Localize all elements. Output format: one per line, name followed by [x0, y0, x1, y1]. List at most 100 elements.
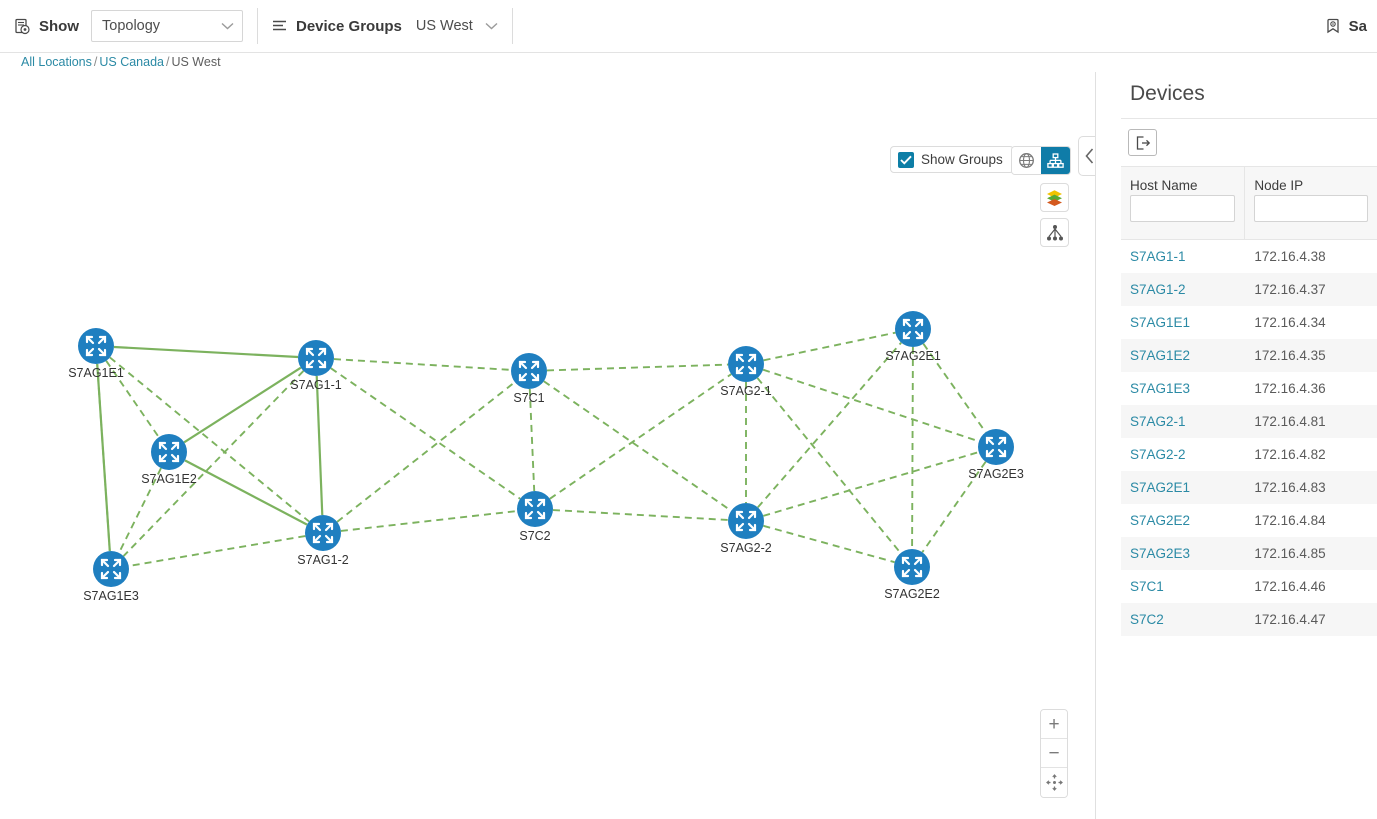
table-row[interactable]: S7AG1-2 172.16.4.37 — [1121, 273, 1377, 306]
device-host-name-link[interactable]: S7AG1-1 — [1121, 240, 1245, 273]
topology-link[interactable] — [762, 368, 980, 443]
topology-link[interactable] — [122, 370, 305, 557]
topology-node-s7ag2e2[interactable] — [892, 547, 932, 587]
topology-link[interactable] — [757, 341, 902, 509]
device-host-name-link[interactable]: S7AG1E2 — [1121, 339, 1245, 372]
device-host-name-link[interactable]: S7C1 — [1121, 570, 1245, 603]
host-name-filter-input[interactable] — [1130, 195, 1236, 222]
node-ip-filter-input[interactable] — [1254, 195, 1368, 222]
topology-node-s7ag2e1[interactable] — [893, 309, 933, 349]
table-row[interactable]: S7C1 172.16.4.46 — [1121, 570, 1377, 603]
device-host-name-link[interactable]: S7AG2E2 — [1121, 504, 1245, 537]
table-row[interactable]: S7AG2-2 172.16.4.82 — [1121, 438, 1377, 471]
topology-link[interactable] — [546, 363, 729, 372]
topology-node-s7ag1e3[interactable] — [91, 549, 131, 589]
list-lines-icon — [272, 19, 288, 33]
topology-node-s7c2[interactable] — [515, 489, 555, 529]
zoom-controls: + − — [1040, 709, 1068, 798]
device-host-name-link[interactable]: S7AG2E3 — [1121, 537, 1245, 570]
topology-node-label: S7AG2E3 — [968, 467, 1024, 481]
show-select[interactable]: Topology — [91, 10, 243, 42]
topology-graph — [76, 309, 1016, 589]
zoom-out-label: − — [1048, 742, 1060, 764]
chevron-down-icon — [485, 22, 498, 30]
topology-node-label: S7C2 — [519, 529, 551, 543]
topology-link[interactable] — [763, 524, 895, 564]
topology-link[interactable] — [763, 331, 896, 362]
hierarchy-view-button[interactable] — [1041, 147, 1070, 174]
topology-link[interactable] — [756, 377, 902, 554]
topology-node-label: S7AG1E3 — [83, 589, 139, 603]
topology-link[interactable] — [330, 367, 521, 500]
devices-panel: Devices Host Name Node IP S7AG1-1 172.16… — [1097, 72, 1377, 819]
column-header-node-ip[interactable]: Node IP — [1245, 167, 1377, 239]
topology-link[interactable] — [340, 510, 518, 532]
column-header-host-name[interactable]: Host Name — [1121, 167, 1246, 239]
device-node-ip: 172.16.4.46 — [1254, 579, 1326, 594]
topology-node-s7ag1-2[interactable] — [303, 513, 343, 553]
topology-link[interactable] — [762, 451, 980, 517]
topology-link[interactable] — [333, 358, 512, 371]
panel-collapse-button[interactable] — [1078, 136, 1095, 176]
show-groups-label: Show Groups — [921, 152, 1003, 167]
show-groups-checkbox[interactable]: Show Groups — [890, 146, 1014, 173]
topology-node-s7ag2e3[interactable] — [976, 427, 1016, 467]
topology-node-s7ag2-2[interactable] — [726, 501, 766, 541]
device-host-name-link[interactable]: S7AG1E1 — [1121, 306, 1245, 339]
device-node-ip: 172.16.4.85 — [1254, 546, 1326, 561]
fit-to-screen-button[interactable] — [1041, 768, 1067, 797]
table-row[interactable]: S7AG2E3 172.16.4.85 — [1121, 537, 1377, 570]
table-row[interactable]: S7C2 172.16.4.47 — [1121, 603, 1377, 636]
table-row[interactable]: S7AG1E1 172.16.4.34 — [1121, 306, 1377, 339]
device-host-name-link[interactable]: S7AG1-2 — [1121, 273, 1245, 306]
topology-node-s7ag2-1[interactable] — [726, 344, 766, 384]
topology-link[interactable] — [315, 375, 324, 516]
topology-link[interactable] — [552, 509, 729, 521]
device-host-name-link[interactable]: S7AG2-1 — [1121, 405, 1245, 438]
table-row[interactable]: S7AG2E2 172.16.4.84 — [1121, 504, 1377, 537]
device-node-ip: 172.16.4.38 — [1254, 249, 1326, 264]
breadcrumb: All Locations / US Canada / US West — [0, 53, 1096, 71]
table-row[interactable]: S7AG1E2 172.16.4.35 — [1121, 339, 1377, 372]
device-groups-label: Device Groups — [296, 17, 402, 35]
device-host-name-link[interactable]: S7AG2E1 — [1121, 471, 1245, 504]
table-row[interactable]: S7AG2E1 172.16.4.83 — [1121, 471, 1377, 504]
breadcrumb-item-all-locations[interactable]: All Locations — [21, 55, 92, 69]
save-button[interactable]: Sa — [1326, 18, 1377, 35]
device-host-name-link[interactable]: S7AG2-2 — [1121, 438, 1245, 471]
topology-node-label: S7AG1E2 — [141, 472, 197, 486]
topology-link[interactable] — [113, 345, 299, 359]
device-groups-select[interactable]: US West — [416, 18, 498, 34]
device-host-name-link[interactable]: S7AG1E3 — [1121, 372, 1245, 405]
topology-node-label: S7AG1-1 — [290, 378, 342, 392]
topology-node-s7c1[interactable] — [509, 351, 549, 391]
topology-node-s7ag1e1[interactable] — [76, 326, 116, 366]
breadcrumb-item-us-canada[interactable]: US Canada — [99, 55, 164, 69]
expand-collapse-chevrons-icon — [1084, 147, 1095, 165]
layers-button[interactable] — [1040, 183, 1069, 212]
geo-view-button[interactable] — [1012, 147, 1041, 174]
topology-node-s7ag1-1[interactable] — [296, 338, 336, 378]
topology-canvas[interactable]: S7AG1E1 S7AG1-1 S7AG1E2 S7AG1-2 S7AG1E3 S7C1 S… — [0, 72, 1096, 819]
table-row[interactable]: S7AG1E3 172.16.4.36 — [1121, 372, 1377, 405]
topology-link[interactable] — [911, 346, 914, 550]
device-node-ip: 172.16.4.36 — [1254, 381, 1326, 396]
export-button[interactable] — [1128, 129, 1157, 156]
table-row[interactable]: S7AG1-1 172.16.4.38 — [1121, 240, 1377, 273]
topology-node-label: S7AG1E1 — [68, 366, 124, 380]
topology-link[interactable] — [336, 381, 516, 523]
device-host-name-link[interactable]: S7C2 — [1121, 603, 1245, 636]
topology-link[interactable] — [543, 380, 732, 512]
breadcrumb-separator-2: / — [165, 55, 170, 69]
topology-node-label: S7AG1-2 — [297, 553, 349, 567]
topology-node-label: S7AG2-2 — [720, 541, 772, 555]
topology-link[interactable] — [183, 366, 302, 444]
topology-node-s7ag1e2[interactable] — [149, 432, 189, 472]
zoom-in-button[interactable]: + — [1041, 710, 1067, 739]
topology-link[interactable] — [128, 535, 306, 567]
topology-link[interactable] — [184, 459, 308, 526]
table-row[interactable]: S7AG2-1 172.16.4.81 — [1121, 405, 1377, 438]
zoom-out-button[interactable]: − — [1041, 739, 1067, 768]
tree-topology-button[interactable] — [1040, 218, 1069, 247]
topology-link[interactable] — [549, 373, 732, 500]
